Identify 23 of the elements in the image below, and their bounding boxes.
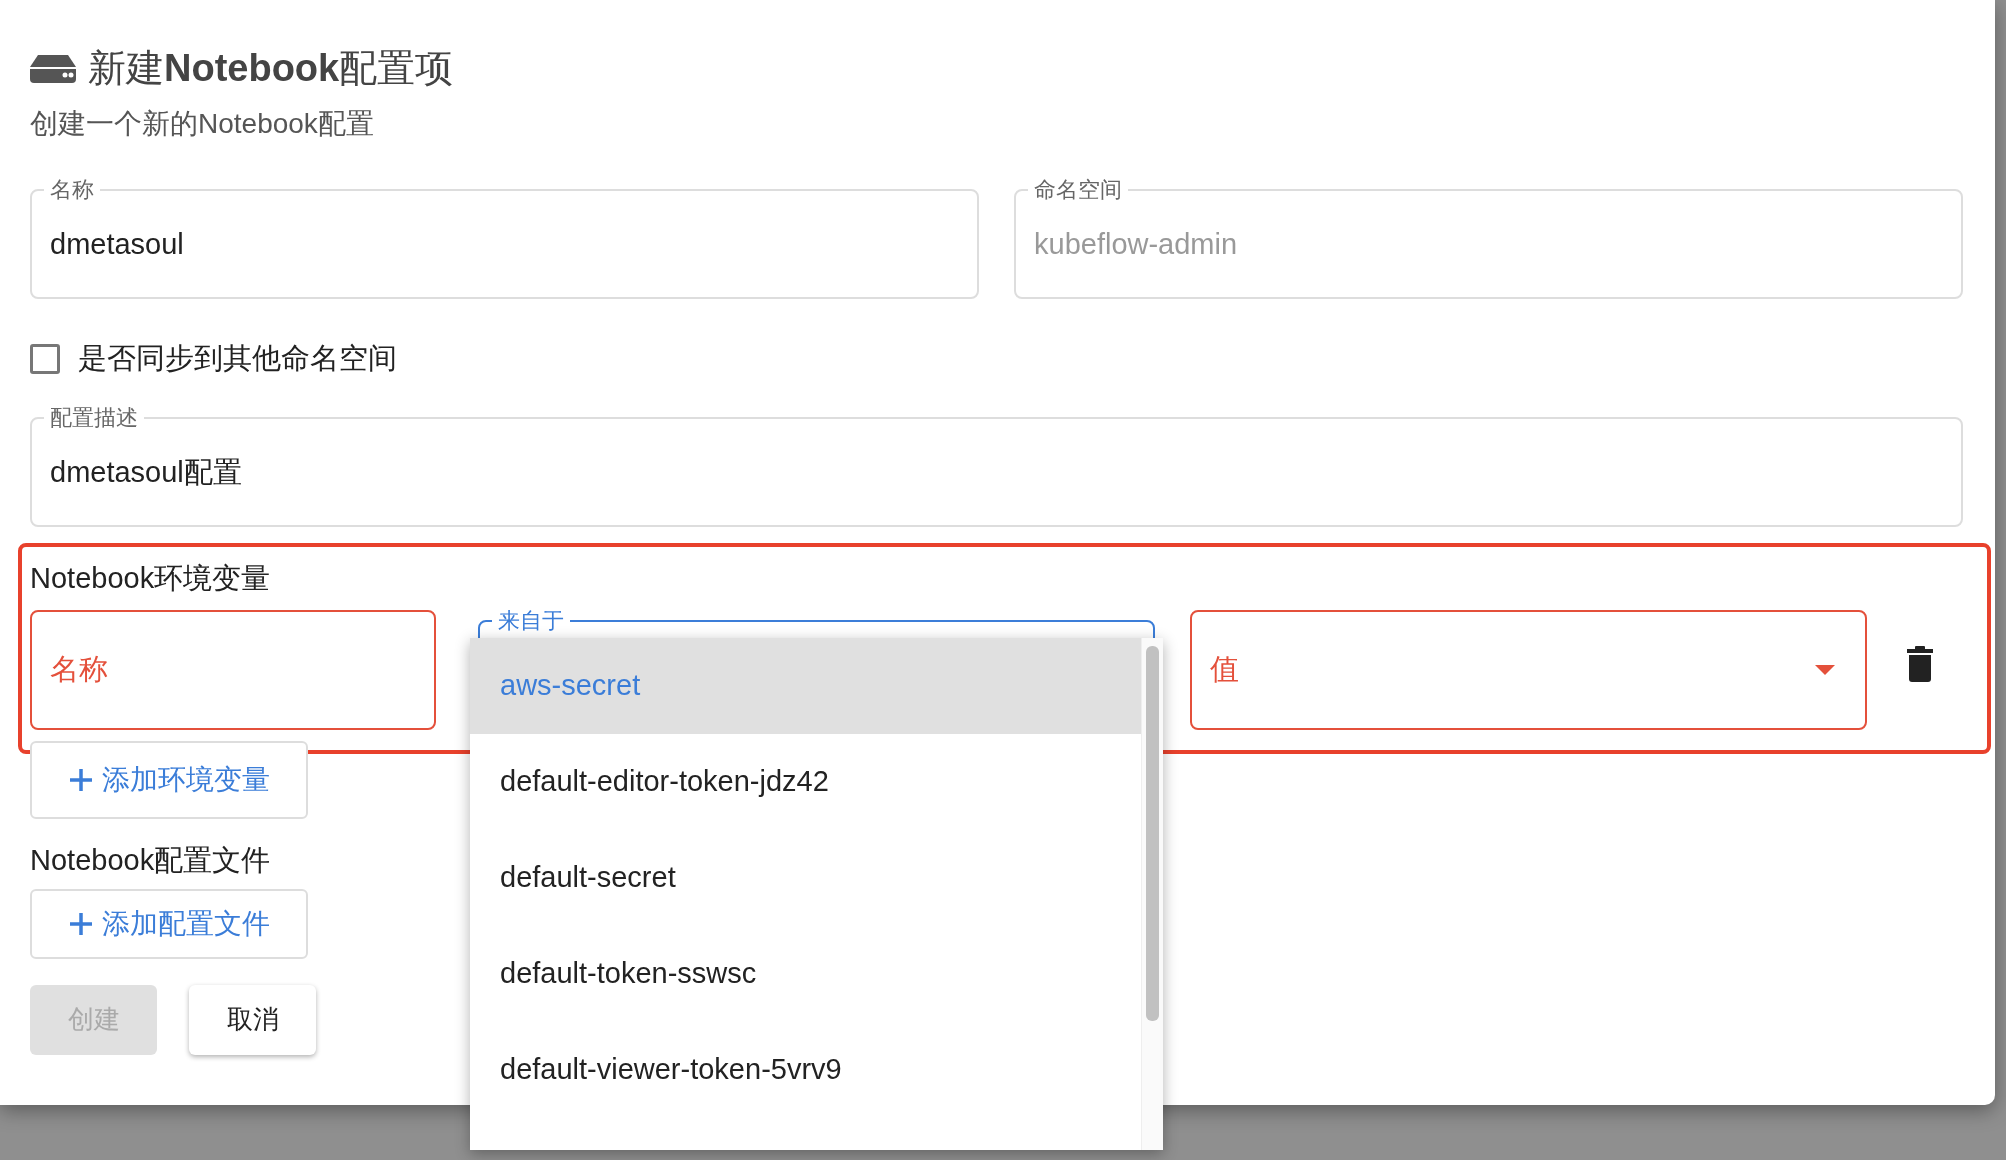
dialog-subtitle: 创建一个新的Notebook配置 <box>30 107 375 141</box>
drive-icon <box>30 54 76 83</box>
scrollbar[interactable] <box>1141 638 1163 1150</box>
dialog-title: 新建Notebook配置项 <box>88 46 454 91</box>
trash-icon[interactable] <box>1907 646 1933 682</box>
description-field[interactable]: 配置描述 dmetasoul配置 <box>30 406 1963 527</box>
text-field[interactable]: 名称 dmetasoul <box>30 179 979 299</box>
name-field[interactable]: 名称 <box>30 610 436 730</box>
section-title: Notebook环境变量 <box>30 560 271 596</box>
plus-icon <box>68 910 94 937</box>
section-title: Notebook配置文件 <box>30 843 271 878</box>
checkbox-label: 是否同步到其他命名空间 <box>78 341 397 376</box>
caret-icon <box>1815 665 1835 675</box>
plus-icon <box>68 767 94 793</box>
dropdown-option[interactable]: default-token-sswsc <box>470 926 1141 1022</box>
dropdown-option[interactable]: default-viewer-token-5vrv9 <box>470 1022 1141 1118</box>
add-env-button[interactable]: 添加环境变量 <box>30 741 308 819</box>
value-select[interactable]: 值 <box>1190 610 1867 730</box>
dropdown-option[interactable]: default-editor-token-jdz42 <box>470 734 1141 830</box>
dropdown-option[interactable]: default-secret <box>470 830 1141 926</box>
checkbox[interactable] <box>30 343 60 374</box>
cancel-button[interactable]: 取消 <box>189 984 316 1055</box>
add-config-button[interactable]: 添加配置文件 <box>30 888 308 959</box>
